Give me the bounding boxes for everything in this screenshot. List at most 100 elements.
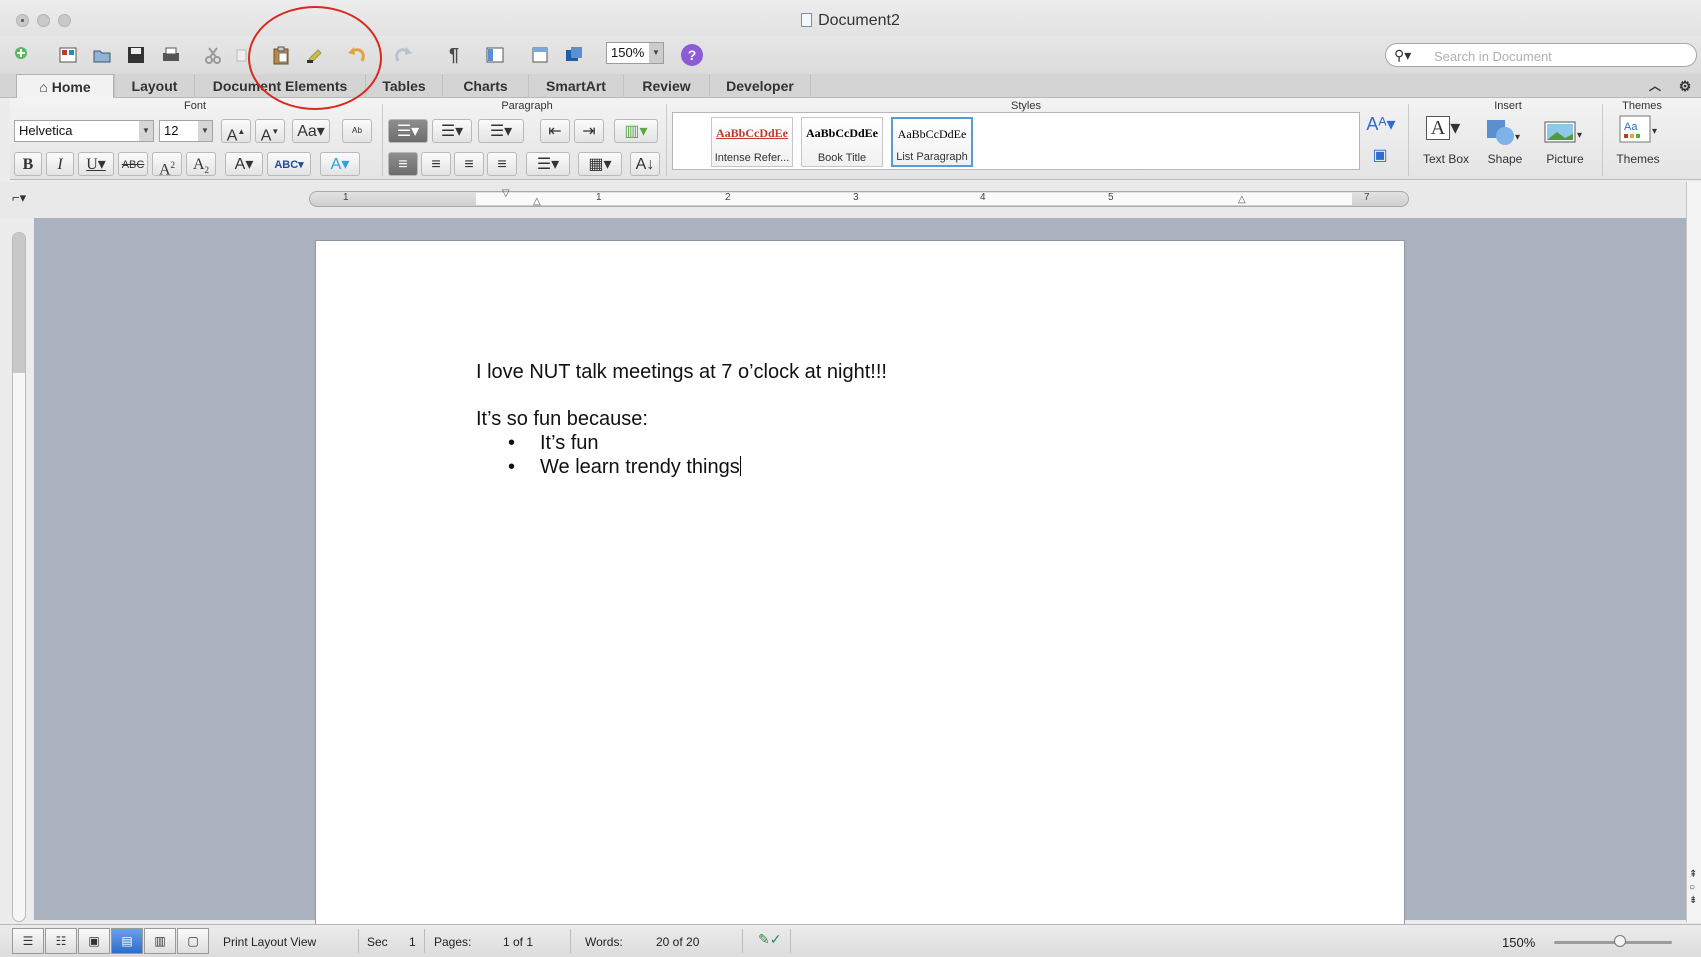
section-value: 1 xyxy=(409,935,416,949)
tab-smartart[interactable]: SmartArt xyxy=(528,74,623,98)
paragraph-group-label: Paragraph xyxy=(501,100,553,112)
clear-formatting-button[interactable]: ᴬᵇ xyxy=(342,119,372,143)
redo-icon[interactable] xyxy=(390,42,416,68)
new-document-icon[interactable] xyxy=(10,42,36,68)
draft-view-icon[interactable]: ☰ xyxy=(12,928,44,954)
bullet-item-1: It’s fun xyxy=(540,432,599,454)
tab-developer[interactable]: Developer xyxy=(709,74,811,98)
status-divider xyxy=(790,929,791,953)
vertical-scrollbar[interactable]: ⇞ ○ ⇟ xyxy=(1686,182,1701,922)
gear-icon[interactable]: ⚙ xyxy=(1670,74,1700,98)
tab-home[interactable]: ⌂ Home xyxy=(16,74,114,99)
cut-icon[interactable] xyxy=(200,42,226,68)
horizontal-ruler[interactable]: 1 1 2 3 4 5 7 ▽ △ △ xyxy=(309,188,1409,207)
align-center-button[interactable]: ≡ xyxy=(421,152,451,176)
style-book-title[interactable]: AaBbCcDdEe Book Title xyxy=(801,117,883,167)
underline-button[interactable]: U▾ xyxy=(78,152,114,176)
publishing-view-icon[interactable]: ▣ xyxy=(78,928,110,954)
word-window: Document2 ¶ 150% ▼ ? ⚲▾ Search in Documen… xyxy=(0,0,1701,957)
print-layout-view-icon[interactable]: ▤ xyxy=(111,928,143,954)
text-effects-button[interactable]: A▾ xyxy=(320,152,360,176)
toolbox-icon[interactable] xyxy=(527,42,553,68)
style-sample: AaBbCcDdEe xyxy=(715,126,788,140)
justify-button[interactable]: ≡ xyxy=(487,152,517,176)
right-indent-marker-icon[interactable]: △ xyxy=(1238,194,1246,205)
font-name-select[interactable]: Helvetica ▼ xyxy=(14,120,154,142)
ruler-number: 1 xyxy=(596,192,602,203)
themes-label: Themes xyxy=(1616,152,1660,166)
spelling-check-icon[interactable]: ✎✓ xyxy=(758,931,781,948)
shrink-font-button[interactable]: A▼ xyxy=(255,119,285,144)
notebook-view-icon[interactable]: ▥ xyxy=(144,928,176,954)
increase-indent-button[interactable]: ⇥ xyxy=(574,119,604,143)
help-icon[interactable]: ? xyxy=(681,44,703,66)
borders-button[interactable]: ▦▾ xyxy=(578,152,622,176)
media-browser-icon[interactable] xyxy=(561,42,587,68)
bold-button[interactable]: B xyxy=(14,152,42,176)
tab-stop-selector-icon[interactable]: ⌐▾ xyxy=(12,190,26,206)
styles-gallery: AaBbCcDdEe Intense Refer... AaBbCcDdEe B… xyxy=(672,112,1360,170)
view-name: Print Layout View xyxy=(223,935,317,949)
ruler-text-area xyxy=(476,193,1352,205)
change-styles-icon[interactable]: Aᴬ▾ xyxy=(1364,112,1398,136)
highlight-button[interactable]: ABC▾ xyxy=(267,152,311,176)
align-right-button[interactable]: ≡ xyxy=(454,152,484,176)
insert-group-label: Insert xyxy=(1494,100,1522,112)
tab-review[interactable]: Review xyxy=(623,74,709,98)
hanging-indent-marker-icon[interactable]: △ xyxy=(533,196,541,207)
superscript-button[interactable]: A2 xyxy=(152,152,182,178)
italic-button[interactable]: I xyxy=(46,152,74,176)
first-line-indent-marker-icon[interactable]: ▽ xyxy=(502,188,510,199)
columns-button[interactable]: ▥▾ xyxy=(614,119,658,143)
focus-view-icon[interactable]: ▢ xyxy=(177,928,209,954)
zoom-slider[interactable] xyxy=(1554,941,1672,944)
zoom-slider-thumb[interactable] xyxy=(1614,935,1626,947)
bullet-icon: • xyxy=(508,456,516,478)
pilcrow-icon[interactable]: ¶ xyxy=(441,42,467,68)
style-name: Intense Refer... xyxy=(714,152,790,164)
font-size-select[interactable]: 12 ▼ xyxy=(159,120,213,142)
strikethrough-button[interactable]: ABC xyxy=(118,152,148,176)
text-cursor xyxy=(739,456,741,476)
text-box-label: Text Box xyxy=(1422,152,1470,166)
change-case-button[interactable]: Aa▾ xyxy=(292,119,330,143)
line-spacing-button[interactable]: ☰▾ xyxy=(526,152,570,176)
vertical-ruler[interactable] xyxy=(12,232,26,922)
style-intense-reference[interactable]: AaBbCcDdEe Intense Refer... xyxy=(711,117,793,167)
numbering-button[interactable]: ☰▾ xyxy=(432,119,472,143)
page-navigation-icons[interactable]: ⇞ ○ ⇟ xyxy=(1689,868,1697,907)
bullet-item-2-wrapper: We learn trendy things xyxy=(540,456,741,479)
tab-layout[interactable]: Layout xyxy=(114,74,194,98)
style-list-paragraph[interactable]: AaBbCcDdEe List Paragraph xyxy=(891,117,973,167)
tab-charts[interactable]: Charts xyxy=(442,74,528,98)
outline-view-icon[interactable]: ☷ xyxy=(45,928,77,954)
collapse-ribbon-icon[interactable]: ︿ xyxy=(1640,74,1670,98)
multilevel-list-button[interactable]: ☰▾ xyxy=(478,119,524,143)
open-icon[interactable] xyxy=(89,42,115,68)
sidebar-icon[interactable] xyxy=(482,42,508,68)
bullet-icon: • xyxy=(508,432,516,454)
font-color-button[interactable]: A▾ xyxy=(225,152,263,176)
group-divider xyxy=(382,104,383,176)
text-box-icon[interactable]: A ▾ xyxy=(1422,116,1464,148)
document-page[interactable]: I love NUT talk meetings at 7 o’clock at… xyxy=(315,240,1405,957)
themes-icon[interactable]: Aa ▾ xyxy=(1615,114,1663,146)
save-icon[interactable] xyxy=(123,42,149,68)
templates-gallery-icon[interactable] xyxy=(55,42,81,68)
styles-pane-icon[interactable]: ▣ xyxy=(1368,144,1392,168)
words-value: 20 of 20 xyxy=(656,935,700,949)
decrease-indent-button[interactable]: ⇤ xyxy=(540,119,570,143)
zoom-select[interactable]: 150% ▼ xyxy=(606,42,664,64)
ruler-number: 2 xyxy=(725,192,731,203)
align-left-button[interactable]: ≡ xyxy=(388,152,418,176)
shape-icon[interactable]: ▾ xyxy=(1482,116,1524,148)
font-name-value: Helvetica xyxy=(19,123,73,138)
sort-icon[interactable]: A↓ xyxy=(630,152,660,176)
picture-icon[interactable]: ▾ xyxy=(1540,116,1588,148)
chevron-down-icon: ▼ xyxy=(139,121,153,141)
print-icon[interactable] xyxy=(158,42,184,68)
grow-font-button[interactable]: A▲ xyxy=(221,119,251,144)
search-field[interactable]: ⚲▾ Search in Document xyxy=(1385,43,1697,67)
subscript-button[interactable]: A2 xyxy=(186,152,216,176)
bullets-button[interactable]: ☰▾ xyxy=(388,119,428,143)
